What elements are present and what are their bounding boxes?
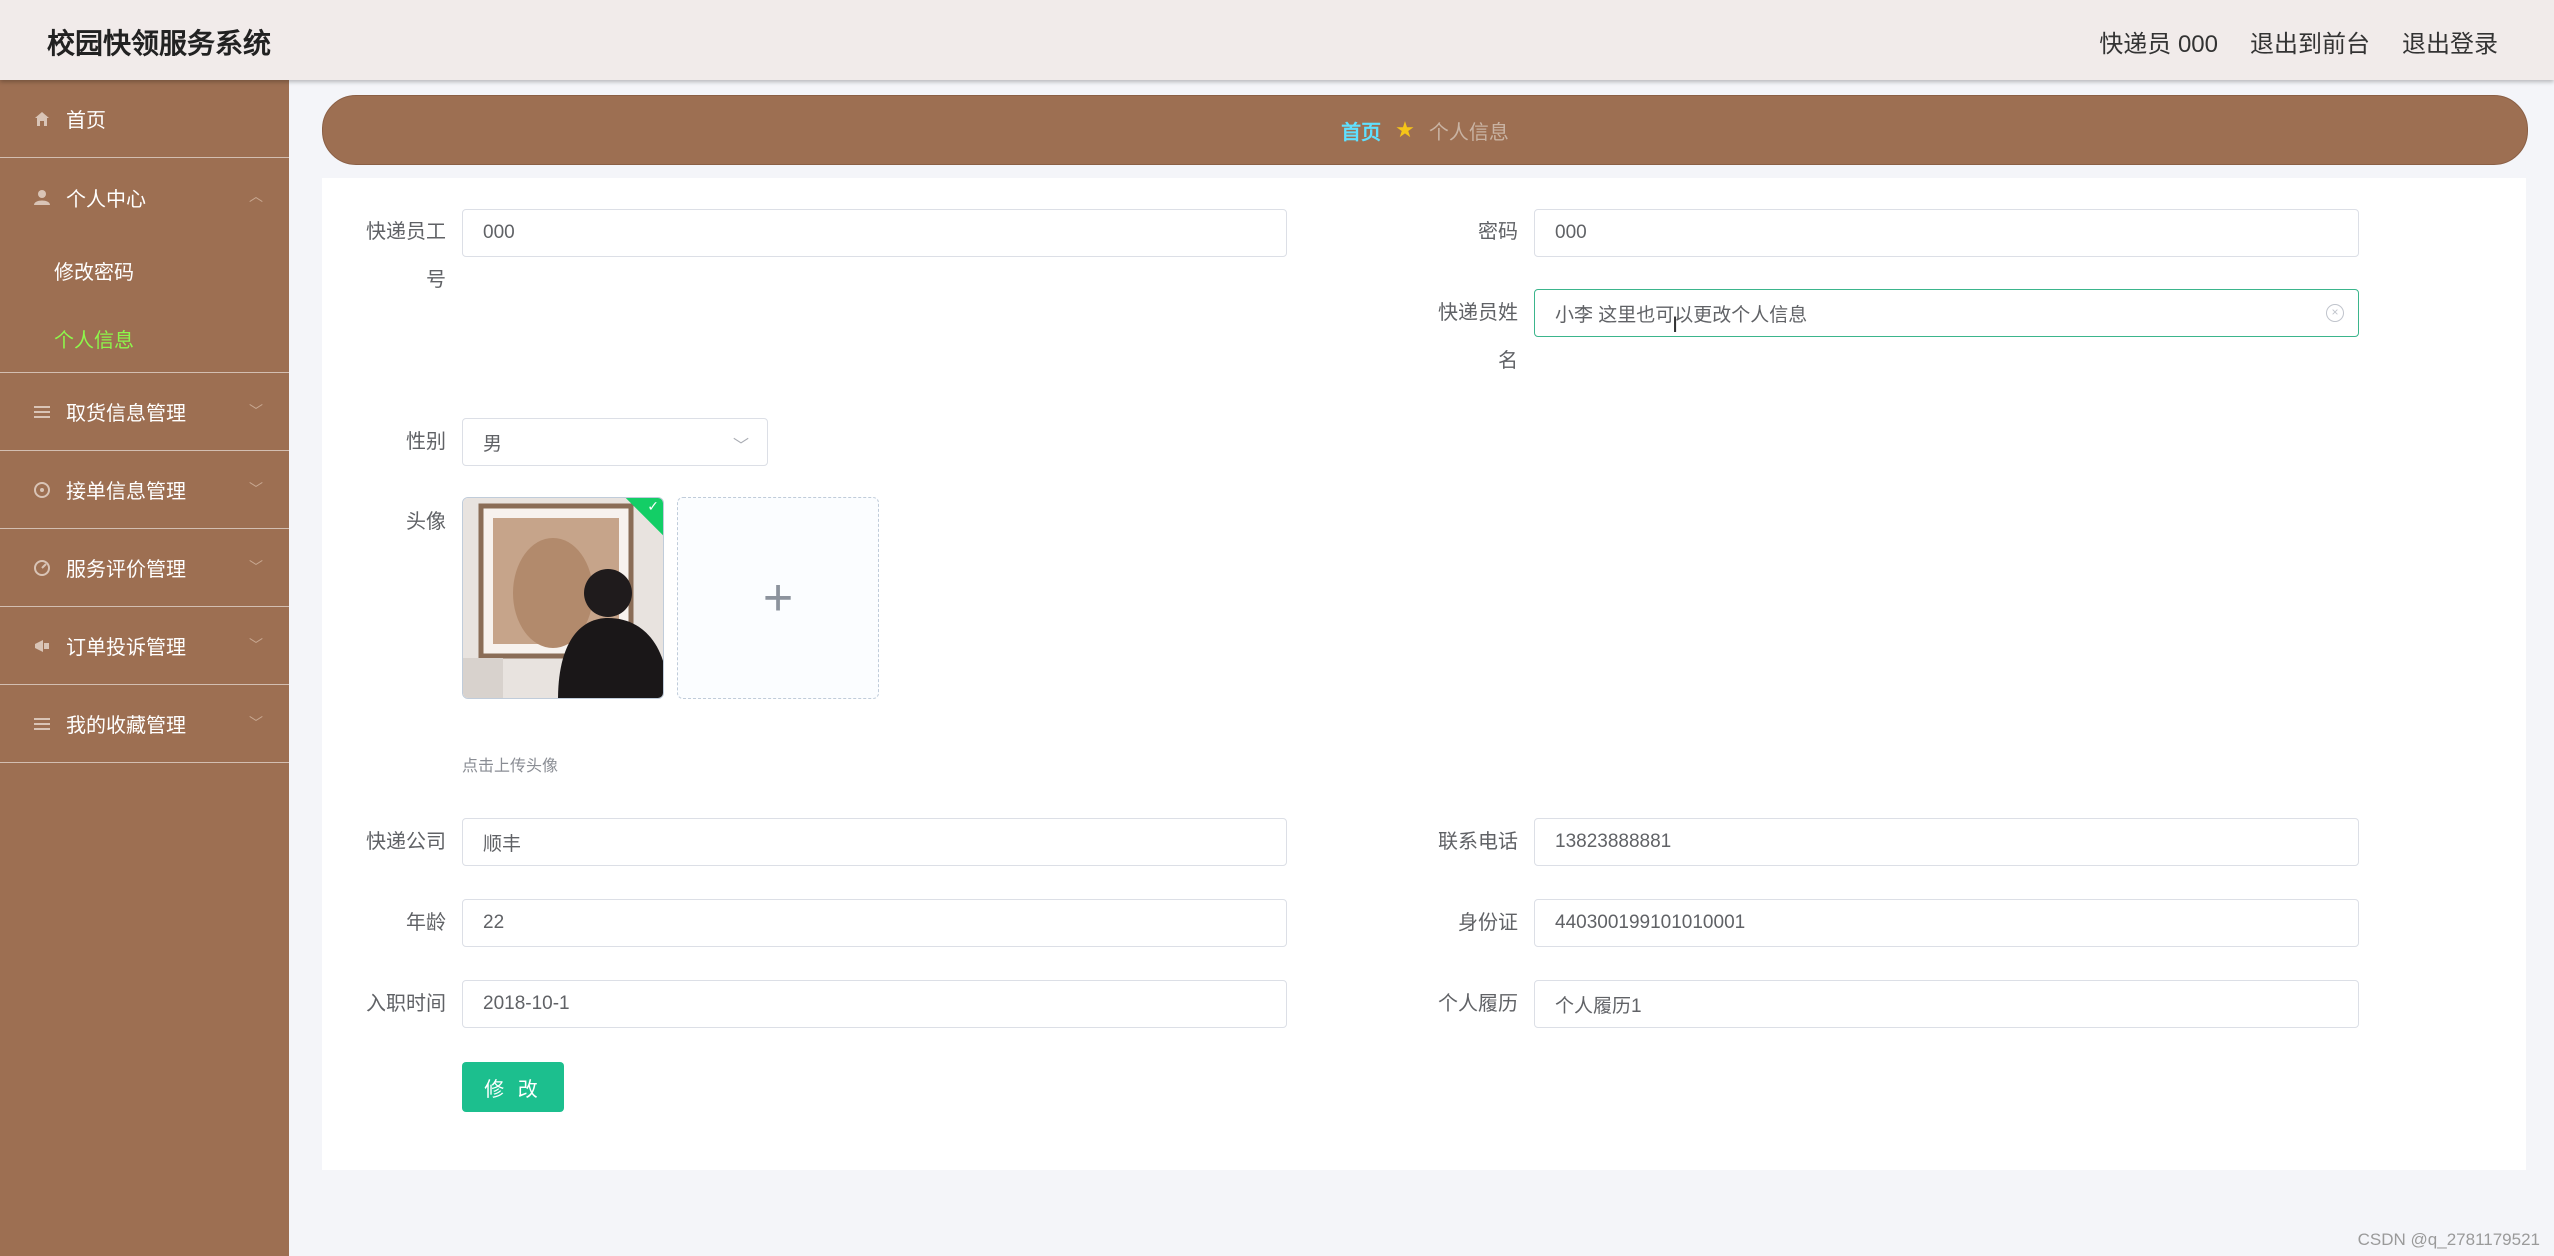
courier-no-label: 快递员工 号 (326, 208, 446, 304)
name-field[interactable]: 小李 这里也可以更改个人信息 × (1534, 289, 2359, 337)
back-to-front-link[interactable]: 退出到前台 (2250, 24, 2370, 59)
company-label: 快递公司 (366, 831, 446, 853)
sidebar-item-label: 首页 (66, 110, 106, 132)
password-value: 000 (1555, 222, 1587, 243)
breadcrumb-home-link[interactable]: 首页 (1341, 116, 1381, 145)
sidebar-item-home[interactable]: 首页 (0, 80, 289, 158)
gender-select[interactable]: 男 ﹀ (462, 418, 768, 466)
join-date-value: 2018-10-1 (483, 993, 570, 1014)
megaphone-icon (32, 636, 52, 656)
star-icon: ★ (1395, 117, 1415, 142)
password-field[interactable]: 000 (1534, 209, 2359, 257)
sidebar-subitem-change-password[interactable]: 修改密码 (0, 236, 289, 304)
sidebar-item-label: 我的收藏管理 (66, 715, 186, 737)
password-label: 密码 (1478, 221, 1518, 243)
chevron-up-icon: ︿ (249, 188, 263, 204)
courier-no-value: 000 (483, 222, 515, 243)
join-date-field[interactable]: 2018-10-1 (462, 980, 1287, 1028)
resume-label: 个人履历 (1438, 993, 1518, 1015)
check-icon: ✓ (647, 498, 659, 514)
list-icon (32, 714, 52, 734)
sidebar-item-order-taking-management[interactable]: 接单信息管理 ﹀ (0, 451, 289, 529)
breadcrumb: 首页 ★ 个人信息 (322, 95, 2528, 165)
upload-avatar-button[interactable]: + (677, 497, 879, 699)
app-title: 校园快领服务系统 (47, 28, 272, 59)
target-icon (32, 480, 52, 500)
resume-value: 个人履历1 (1555, 995, 1642, 1017)
age-value: 22 (483, 912, 505, 933)
phone-field[interactable]: 13823888881 (1534, 818, 2359, 866)
watermark: CSDN @q_2781179521 (2357, 1230, 2540, 1249)
id-card-field[interactable]: 440300199101010001 (1534, 899, 2359, 947)
sidebar-item-label: 接单信息管理 (66, 481, 186, 503)
phone-label: 联系电话 (1438, 831, 1518, 853)
resume-field[interactable]: 个人履历1 (1534, 980, 2359, 1028)
gender-label: 性别 (406, 431, 446, 453)
name-label: 快递员姓 名 (1398, 289, 1518, 385)
clear-icon[interactable]: × (2326, 304, 2344, 322)
age-label: 年龄 (406, 912, 446, 934)
chevron-down-icon: ﹀ (249, 715, 263, 731)
logout-link[interactable]: 退出登录 (2402, 24, 2498, 59)
chevron-down-icon: ﹀ (249, 559, 263, 575)
sidebar: 首页 个人中心 ︿ 修改密码 个人信息 取货信息管理 ﹀ 接单信息管理 ﹀ 服务… (0, 80, 289, 1256)
sidebar-item-label: 服务评价管理 (66, 559, 186, 581)
join-date-label: 入职时间 (366, 993, 446, 1015)
courier-no-label-line1: 快递员工 (366, 221, 446, 243)
sidebar-item-pickup-management[interactable]: 取货信息管理 ﹀ (0, 373, 289, 451)
id-card-value: 440300199101010001 (1555, 912, 1746, 933)
sidebar-group-personal: 个人中心 ︿ 修改密码 个人信息 (0, 158, 289, 373)
upload-tip: 点击上传头像 (462, 758, 559, 775)
breadcrumb-current: 个人信息 (1428, 121, 1509, 144)
chevron-down-icon: ﹀ (249, 637, 263, 653)
list-icon (32, 402, 52, 422)
chevron-down-icon: ﹀ (249, 481, 263, 497)
user-icon (32, 187, 52, 207)
gauge-icon (32, 558, 52, 578)
chevron-down-icon: ﹀ (732, 438, 749, 455)
submit-button[interactable]: 修 改 (462, 1062, 564, 1112)
avatar-image[interactable]: ✓ (462, 497, 664, 699)
plus-icon: + (762, 569, 794, 627)
sidebar-item-favorites-management[interactable]: 我的收藏管理 ﹀ (0, 685, 289, 763)
company-value: 顺丰 (483, 833, 522, 855)
age-field[interactable]: 22 (462, 899, 1287, 947)
avatar-label: 头像 (406, 511, 446, 533)
name-label-line1: 快递员姓 (1438, 302, 1518, 324)
gender-value: 男 (483, 433, 503, 455)
company-field[interactable]: 顺丰 (462, 818, 1287, 866)
text-cursor-icon: I (1672, 312, 1679, 337)
sidebar-item-personal-center[interactable]: 个人中心 ︿ (0, 158, 289, 236)
phone-value: 13823888881 (1555, 831, 1672, 852)
sidebar-item-label: 取货信息管理 (66, 403, 186, 425)
courier-no-field[interactable]: 000 (462, 209, 1287, 257)
id-card-label: 身份证 (1458, 912, 1518, 934)
sidebar-item-service-review-management[interactable]: 服务评价管理 ﹀ (0, 529, 289, 607)
name-value: 小李 这里也可以更改个人信息 (1555, 304, 1808, 326)
current-user-label[interactable]: 快递员 000 (2099, 24, 2218, 59)
header-links: 快递员 000 退出到前台 退出登录 (2099, 24, 2498, 59)
courier-no-label-line2: 号 (426, 269, 446, 291)
chevron-down-icon: ﹀ (249, 403, 263, 419)
sidebar-subitem-personal-info[interactable]: 个人信息 (0, 304, 289, 372)
sidebar-item-label: 个人中心 (66, 188, 146, 211)
home-icon (32, 109, 52, 129)
sidebar-item-complaint-management[interactable]: 订单投诉管理 ﹀ (0, 607, 289, 685)
top-header: 校园快领服务系统 快递员 000 退出到前台 退出登录 (0, 0, 2554, 80)
sidebar-item-label: 订单投诉管理 (66, 637, 186, 659)
name-label-line2: 名 (1498, 350, 1518, 372)
